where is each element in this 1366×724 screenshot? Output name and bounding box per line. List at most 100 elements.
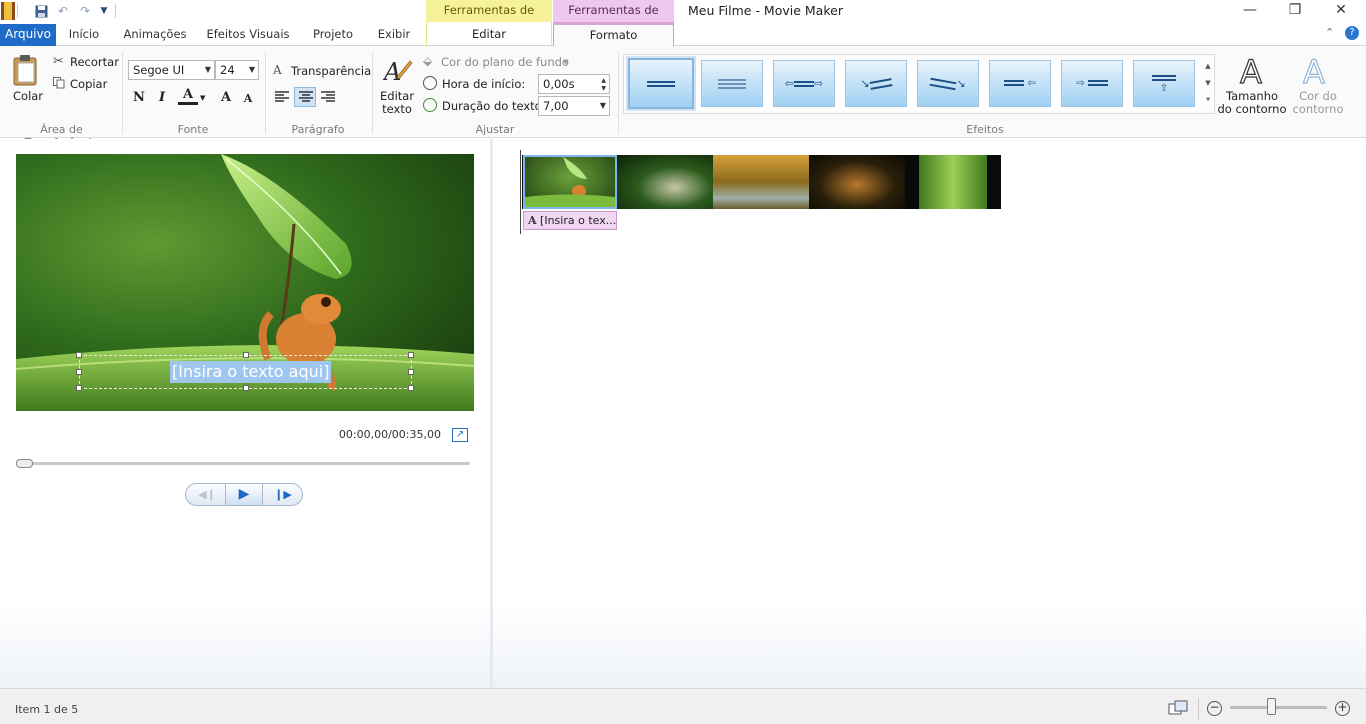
effect-fly-in-left[interactable]: ↘ — [845, 60, 907, 107]
font-family-select[interactable]: Segoe UI ▼ — [128, 60, 215, 80]
redo-icon[interactable]: ↷ — [77, 3, 93, 19]
font-size-select[interactable]: 24 ▼ — [215, 60, 259, 80]
group-divider — [122, 52, 123, 134]
title-divider — [17, 4, 18, 18]
resize-handle[interactable] — [243, 385, 249, 391]
outline-size-button[interactable]: Tamanho do contorno — [1217, 90, 1287, 116]
resize-handle[interactable] — [408, 352, 414, 358]
seek-thumb[interactable] — [16, 459, 33, 468]
paste-icon[interactable] — [12, 54, 40, 86]
customize-icon[interactable]: ▼ — [96, 3, 112, 19]
overlay-text[interactable]: [Insira o texto aqui] — [170, 361, 332, 383]
seek-track[interactable] — [16, 462, 470, 465]
effect-none[interactable] — [628, 58, 694, 109]
copy-icon — [53, 77, 65, 89]
effect-fly-out[interactable]: ↘ — [917, 60, 979, 107]
paste-button[interactable]: Colar — [13, 89, 43, 103]
clip-thumbnail[interactable] — [713, 155, 809, 209]
effect-scroll-up[interactable]: ⇧ — [1133, 60, 1195, 107]
effect-scroll-right[interactable]: ⇨ — [1061, 60, 1123, 107]
tab-projeto[interactable]: Projeto — [306, 24, 360, 46]
effect-preview-icon — [647, 79, 675, 89]
thumbnail-size-icon[interactable] — [1168, 700, 1188, 716]
chevron-down-icon[interactable]: ▼ — [200, 94, 205, 102]
paint-bucket-icon: ⬙ — [423, 54, 433, 68]
gallery-scroll[interactable]: ▲ ▼ ⯆ — [1203, 58, 1213, 110]
transparency-button[interactable]: Transparência — [291, 64, 371, 78]
resize-handle[interactable] — [76, 385, 82, 391]
effect-preview-icon: ↘ — [929, 77, 966, 91]
undo-icon[interactable]: ↶ — [55, 3, 71, 19]
align-left-icon[interactable] — [274, 90, 290, 104]
save-icon[interactable] — [33, 3, 49, 19]
shrink-font-button[interactable]: A — [238, 89, 258, 109]
collapse-ribbon-icon[interactable]: ⌃ — [1325, 26, 1334, 39]
item-counter: Item 1 de 5 — [15, 703, 79, 716]
zoom-in-icon[interactable]: + — [1335, 701, 1350, 716]
copy-button[interactable]: Copiar — [70, 77, 107, 91]
spinner-icon[interactable]: ▲ ▼ — [601, 77, 606, 93]
resize-handle[interactable] — [76, 352, 82, 358]
bg-color-button[interactable]: Cor do plano de fundo — [441, 55, 569, 69]
effect-fade[interactable] — [701, 60, 763, 107]
tab-arquivo[interactable]: Arquivo — [0, 24, 56, 46]
zoom-out-icon[interactable]: − — [1207, 701, 1222, 716]
align-center-icon[interactable] — [294, 87, 316, 107]
next-frame-icon[interactable]: ❙▶ — [266, 486, 300, 503]
grow-font-button[interactable]: A — [216, 88, 236, 108]
edit-text-icon[interactable]: A — [382, 55, 413, 86]
duration-icon — [423, 98, 437, 112]
previous-frame-icon[interactable]: ◀❙ — [190, 486, 224, 503]
resize-handle[interactable] — [408, 369, 414, 375]
frog-thumbnail — [525, 157, 615, 207]
zoom-thumb[interactable] — [1266, 698, 1276, 715]
start-time-stepper[interactable]: 0,00s ▲ ▼ — [538, 74, 610, 94]
font-size-value: 24 — [220, 63, 235, 77]
minimize-button[interactable]: — — [1227, 0, 1273, 22]
group-divider — [618, 52, 619, 134]
outline-color-button[interactable]: Cor do contorno — [1290, 90, 1346, 116]
effect-stretch[interactable]: ⇦ ⇨ — [773, 60, 835, 107]
close-button[interactable]: ✕ — [1318, 0, 1364, 22]
clip-thumbnail[interactable] — [809, 155, 905, 209]
help-icon[interactable]: ? — [1345, 26, 1359, 40]
tab-animacoes[interactable]: Animações — [120, 24, 190, 46]
window-title: Meu Filme - Movie Maker — [688, 3, 843, 18]
group-divider — [372, 52, 373, 134]
tab-exibir[interactable]: Exibir — [372, 24, 416, 46]
bold-button[interactable]: N — [129, 88, 149, 108]
resize-handle[interactable] — [243, 352, 249, 358]
cut-button[interactable]: Recortar — [70, 55, 119, 69]
font-color-button[interactable]: A — [178, 87, 198, 105]
text-tools-header: Ferramentas de Texto — [553, 0, 674, 37]
tab-formato[interactable]: Formato — [553, 22, 674, 47]
maximize-button[interactable]: ❐ — [1272, 0, 1318, 22]
start-time-value: 0,00s — [543, 77, 575, 91]
adjust-group-label: Ajustar — [475, 123, 515, 136]
zoom-track[interactable] — [1230, 706, 1327, 709]
clip-thumbnail[interactable] — [905, 155, 1001, 209]
resize-handle[interactable] — [76, 369, 82, 375]
edit-text-button[interactable]: Editar texto — [380, 90, 414, 116]
pane-splitter[interactable] — [490, 139, 493, 688]
italic-button[interactable]: I — [152, 88, 172, 108]
tab-efeitos-visuais[interactable]: Efeitos Visuais — [204, 24, 292, 46]
status-bar — [0, 688, 1366, 724]
align-right-icon[interactable] — [320, 90, 336, 104]
clip-thumbnail[interactable] — [523, 155, 617, 209]
outline-color-icon[interactable]: A — [1301, 52, 1333, 91]
duration-select[interactable]: 7,00 ▼ — [538, 96, 610, 116]
tab-editar[interactable]: Editar — [426, 22, 552, 46]
play-icon[interactable]: ▶ — [225, 484, 263, 505]
app-icon[interactable] — [1, 2, 15, 20]
caption-chip[interactable]: A [Insira o tex... — [523, 211, 617, 230]
tab-inicio[interactable]: Início — [62, 24, 106, 46]
video-preview[interactable]: [Insira o texto aqui] — [16, 154, 474, 411]
expand-preview-icon[interactable]: ↗ — [452, 428, 468, 442]
resize-handle[interactable] — [408, 385, 414, 391]
effect-scroll-left[interactable]: ⇦ — [989, 60, 1051, 107]
outline-size-icon[interactable]: A — [1238, 52, 1270, 91]
playhead[interactable] — [520, 150, 521, 234]
clip-thumbnail[interactable] — [617, 155, 713, 209]
effect-preview-icon: ⇦ — [1004, 78, 1036, 89]
